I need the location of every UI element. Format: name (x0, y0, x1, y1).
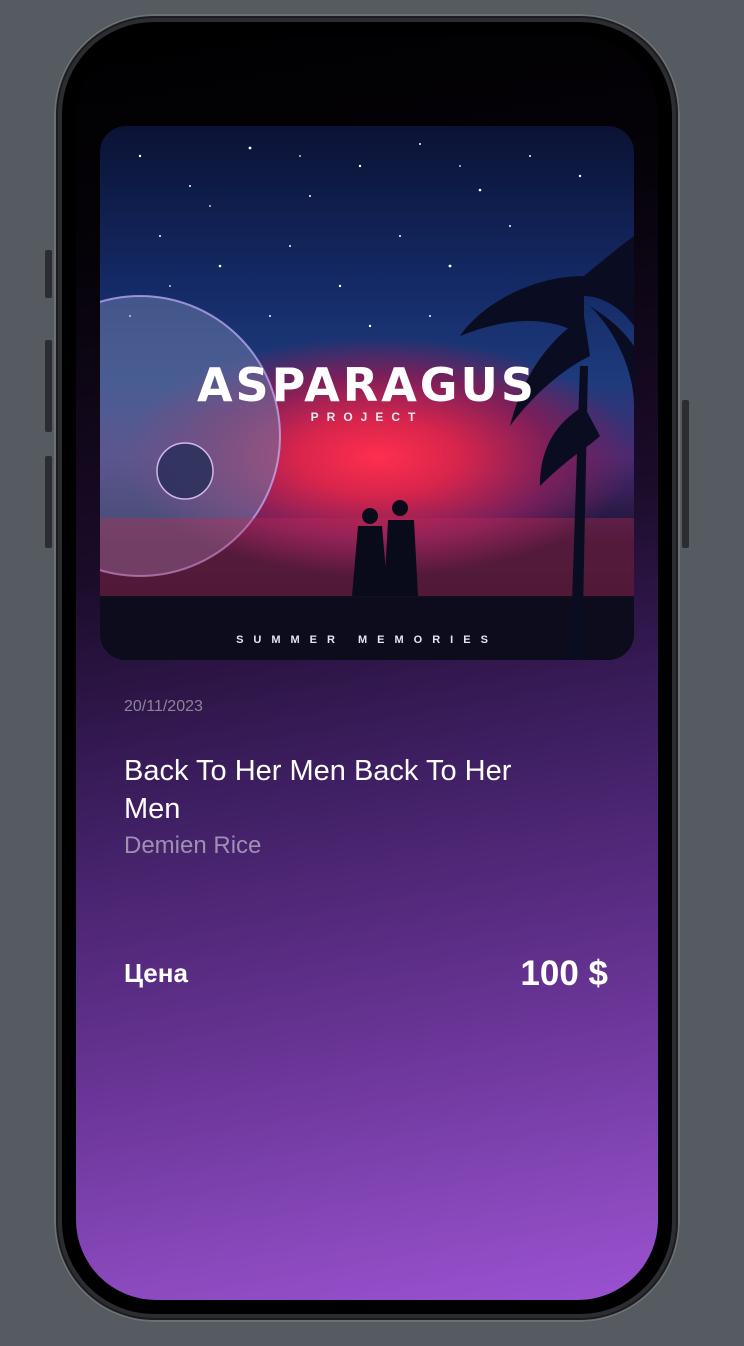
price-label: Цена (124, 958, 188, 988)
action-button (45, 250, 52, 298)
volume-up-button (45, 340, 52, 432)
album-title: ASPARAGUS (196, 358, 538, 412)
power-button (682, 400, 689, 548)
moon-shape (156, 442, 214, 500)
volume-down-button (45, 456, 52, 548)
screen: ASPARAGUS PROJECT SUMMER MEMORIES 20/11/… (76, 36, 658, 1300)
track-title: Back To Her Men Back To Her Men (124, 755, 512, 825)
artist-name[interactable]: Demien Rice (124, 832, 261, 860)
album-cover[interactable]: ASPARAGUS PROJECT SUMMER MEMORIES (100, 126, 634, 660)
album-subtitle: PROJECT (310, 410, 424, 424)
release-date: 20/11/2023 (124, 698, 203, 715)
album-footer: SUMMER MEMORIES (236, 634, 498, 646)
price-value: 100 $ (520, 954, 608, 993)
